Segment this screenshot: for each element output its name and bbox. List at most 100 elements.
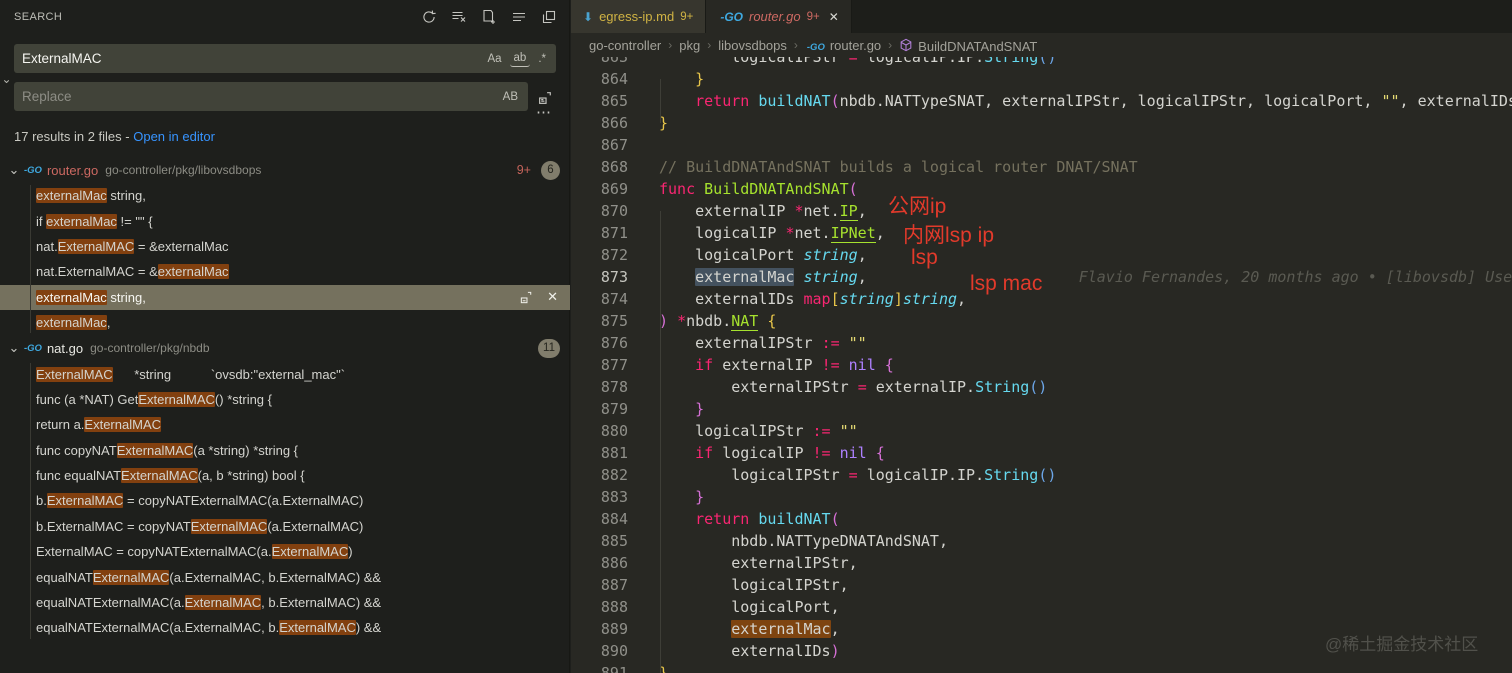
file-row[interactable]: ⌄ -GO router.go go-controller/pkg/libovsdbo… — [0, 157, 570, 183]
line-content: logicalIPStr = logicalIP.IP.String() — [731, 466, 1057, 484]
search-result-row[interactable]: equalNATExternalMAC(a.ExternalMAC, b.Ext… — [0, 564, 570, 589]
whole-word-toggle[interactable]: ab — [509, 50, 531, 67]
match-highlight: ExternalMAC — [271, 544, 349, 560]
search-result-row[interactable]: b.ExternalMAC = copyNATExternalMAC(a.Ext… — [0, 514, 570, 539]
chevron-down-icon: ⌄ — [8, 162, 20, 177]
search-result-row[interactable]: externalMac, — [0, 310, 570, 335]
code-line: 869 func BuildDNATAndSNAT( — [571, 178, 1512, 200]
code-line: 880 logicalIPStr := "" — [571, 420, 1512, 442]
search-result-row[interactable]: externalMac string, — [0, 183, 570, 208]
search-result-row[interactable]: func copyNAT ExternalMAC (a *string) *stri… — [0, 438, 570, 463]
result-text: func equalNAT — [36, 468, 122, 484]
line-number: 885 — [600, 532, 628, 550]
line-content: logicalIPStr := "" — [695, 422, 858, 440]
match-highlight: ExternalMAC — [279, 620, 356, 636]
search-input[interactable] — [22, 51, 480, 66]
file-row[interactable]: ⌄ -GO nat.go go-controller/pkg/nbdb 11 — [0, 335, 570, 361]
code-line: 877 if externalIP != nil { — [571, 354, 1512, 376]
result-text: string, — [106, 289, 146, 305]
code-line: 878 externalIPStr = externalIP.String() — [571, 376, 1512, 398]
line-number: 886 — [600, 554, 628, 572]
code-line: 886 externalIPStr, — [571, 552, 1512, 574]
line-number: 884 — [600, 510, 628, 528]
search-result-row[interactable]: ExternalMAC = copyNATExternalMAC(a. Exter… — [0, 539, 570, 564]
problems-badge: 9+ — [806, 10, 820, 23]
preserve-case-toggle[interactable]: AB — [499, 89, 522, 105]
code-line: 891} — [571, 662, 1512, 673]
tab-router-go[interactable]: -GO router.go 9+ ✕ — [706, 0, 852, 33]
search-results-list: ⌄ -GO router.go go-controller/pkg/libovsdbo… — [0, 157, 570, 641]
line-content: } — [695, 400, 705, 418]
code-line: 872 logicalPort string, — [571, 244, 1512, 266]
result-text: nat. — [36, 238, 58, 254]
results-count: 17 results in 2 files — [14, 129, 122, 144]
match-highlight: externalMac — [36, 188, 107, 204]
code-line: 867 — [571, 134, 1512, 156]
refresh-icon[interactable] — [418, 6, 440, 28]
toggle-search-details-icon[interactable]: ⋯ — [532, 105, 556, 124]
search-result-row[interactable]: b.ExternalMAC = copyNATExternalMAC(a.Ext… — [0, 488, 570, 513]
result-text: nat.ExternalMAC = & — [36, 264, 158, 280]
line-number: 868 — [600, 158, 628, 176]
breadcrumb-item[interactable]: libovsdbops — [718, 38, 787, 53]
view-as-list-icon[interactable] — [508, 6, 530, 28]
match-highlight: ExternalMAC — [36, 366, 113, 382]
match-case-toggle[interactable]: Aa — [483, 51, 505, 67]
search-toolbar — [418, 6, 560, 28]
match-highlight: ExternalMAC — [84, 417, 161, 433]
search-result-row[interactable]: nat.ExternalMAC = &externalMac — [0, 234, 570, 259]
search-result-row[interactable]: equalNATExternalMAC(a.ExternalMAC, b.Ext… — [0, 615, 570, 640]
line-content: } — [695, 70, 705, 88]
replace-match-icon[interactable] — [515, 286, 537, 308]
line-number: 878 — [600, 378, 628, 396]
result-text: , — [106, 315, 111, 331]
line-content: externalIPStr := "" — [695, 334, 867, 352]
indent-guide — [660, 79, 661, 123]
result-text: = &externalMac — [134, 238, 229, 254]
file-name: router.go — [46, 162, 99, 178]
toggle-replace-chevron-icon[interactable]: ⌄ — [0, 66, 13, 92]
line-number: 871 — [600, 224, 628, 242]
open-in-editor-link[interactable]: Open in editor — [133, 129, 215, 144]
line-content: ) *nbdb.NAT { — [659, 312, 777, 331]
search-result-row[interactable]: return a. ExternalMAC — [0, 412, 570, 437]
go-file-icon: -GO — [720, 9, 743, 24]
search-result-row[interactable]: nat.ExternalMAC = &externalMac — [0, 259, 570, 284]
search-result-row[interactable]: if externalMac != "" { — [0, 208, 570, 233]
code-editor[interactable]: 863 logicalIPStr = logicalIP.IP.String()… — [571, 57, 1512, 673]
search-result-row[interactable]: externalMac string, ✕ — [0, 284, 570, 310]
search-result-row[interactable]: equalNATExternalMAC(a.ExternalMAC, b.Ext… — [0, 590, 570, 615]
dismiss-match-icon[interactable]: ✕ — [547, 289, 558, 305]
breadcrumb-item[interactable]: -GO router.go — [805, 38, 881, 53]
line-number: 874 — [600, 290, 628, 308]
search-result-row[interactable]: ExternalMAC *string `ovsdb:"external_mac… — [0, 361, 570, 386]
line-content — [628, 134, 659, 156]
search-result-row[interactable]: func equalNAT ExternalMAC (a, b *string) b… — [0, 463, 570, 488]
result-text: != "" { — [116, 213, 153, 229]
result-text: if — [36, 213, 47, 229]
replace-input[interactable] — [22, 89, 495, 104]
result-text: ) && — [355, 620, 382, 636]
breadcrumb-separator: › — [668, 38, 673, 52]
breadcrumb-item[interactable]: BuildDNATAndSNAT — [899, 37, 1037, 54]
find-match-highlight: externalMac — [731, 620, 831, 638]
code-line: 868 // BuildDNATAndSNAT builds a logical … — [571, 156, 1512, 178]
breadcrumb-item[interactable]: go-controller — [589, 38, 661, 53]
line-number: 883 — [600, 488, 628, 506]
regex-toggle[interactable]: .* — [534, 51, 550, 67]
line-content: func BuildDNATAndSNAT( — [659, 180, 858, 198]
collapse-all-icon[interactable] — [538, 6, 560, 28]
go-file-icon: -GO — [806, 41, 825, 53]
new-search-editor-icon[interactable] — [478, 6, 500, 28]
close-tab-icon[interactable]: ✕ — [829, 10, 839, 24]
breadcrumb-item[interactable]: pkg — [679, 38, 700, 53]
search-result-row[interactable]: func (a *NAT) Get ExternalMAC() *string { — [0, 387, 570, 412]
match-highlight: externalMac — [46, 213, 117, 229]
chevron-down-icon: ⌄ — [8, 340, 20, 356]
match-highlight: ExternalMAC — [57, 238, 135, 254]
line-number: 891 — [600, 664, 628, 673]
line-content: return buildNAT(nbdb.NATTypeSNAT, extern… — [695, 92, 1512, 110]
clear-search-results-icon[interactable] — [448, 6, 470, 28]
match-count-badge: 6 — [541, 160, 560, 180]
tab-egress-ip-md[interactable]: ⬇ egress-ip.md 9+ — [571, 0, 707, 33]
